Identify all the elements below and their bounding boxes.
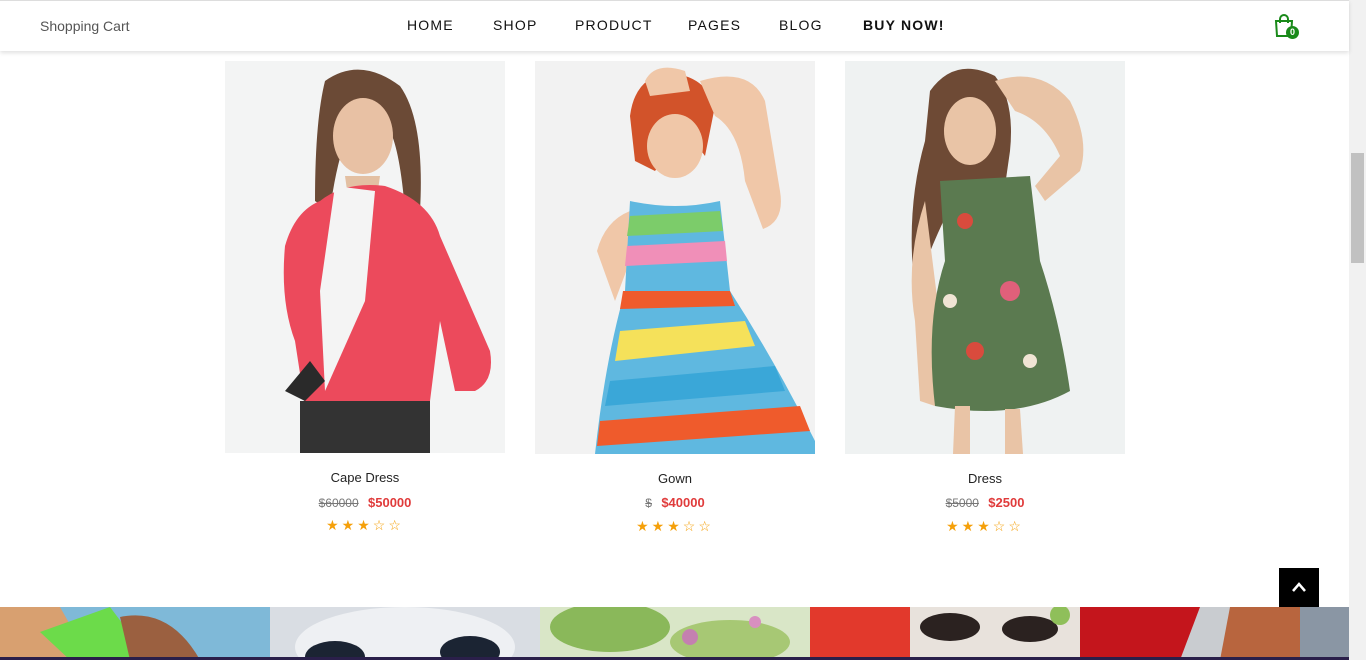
rating-stars: ★★★☆☆ [225, 517, 505, 534]
back-to-top-button[interactable] [1279, 568, 1319, 608]
star-empty-icon: ☆ [388, 517, 404, 533]
star-filled-icon: ★ [961, 518, 978, 534]
star-filled-icon: ★ [326, 517, 342, 533]
star-empty-icon: ☆ [992, 518, 1009, 534]
gallery-image[interactable] [0, 607, 270, 660]
price-row: $60000 $50000 [225, 495, 505, 510]
old-price: $5000 [945, 496, 979, 510]
star-filled-icon: ★ [651, 518, 668, 534]
gallery-image[interactable] [810, 607, 1080, 660]
product-image-gown[interactable] [535, 61, 815, 454]
gallery-image[interactable] [540, 607, 810, 660]
star-filled-icon: ★ [636, 518, 652, 534]
old-price: $ [645, 496, 652, 510]
product-name[interactable]: Dress [845, 471, 1125, 486]
rating-stars: ★★★☆☆ [845, 518, 1125, 535]
price-row: $ $40000 [535, 495, 815, 510]
nav-buy-now[interactable]: BUY NOW! [863, 17, 945, 33]
star-filled-icon: ★ [341, 517, 358, 533]
product-image-cape-dress[interactable] [225, 61, 505, 453]
product-image-dress[interactable] [845, 61, 1125, 454]
nav-blog[interactable]: BLOG [779, 17, 823, 33]
nav-pages[interactable]: PAGES [688, 17, 741, 33]
star-empty-icon: ☆ [1008, 518, 1024, 534]
product-name[interactable]: Cape Dress [225, 470, 505, 485]
nav-home[interactable]: HOME [407, 17, 454, 33]
nav-product[interactable]: PRODUCT [575, 17, 653, 33]
chevron-up-icon [1292, 582, 1306, 592]
main-nav: HOME SHOP PRODUCT PAGES BLOG BUY NOW! [0, 17, 1349, 37]
star-filled-icon: ★ [667, 518, 683, 534]
star-filled-icon: ★ [977, 518, 993, 534]
page-scrollbar[interactable] [1349, 0, 1366, 660]
new-price: $40000 [661, 495, 705, 510]
star-filled-icon: ★ [357, 517, 373, 533]
gallery-image[interactable] [270, 607, 540, 660]
nav-shop[interactable]: SHOP [493, 17, 537, 33]
gallery-image[interactable] [1080, 607, 1350, 660]
old-price: $60000 [318, 496, 359, 510]
price-row: $5000 $2500 [845, 495, 1125, 510]
scrollbar-thumb[interactable] [1351, 153, 1364, 263]
new-price: $50000 [368, 495, 412, 510]
product-name[interactable]: Gown [535, 471, 815, 486]
new-price: $2500 [988, 495, 1025, 510]
instagram-gallery [0, 607, 1350, 660]
star-empty-icon: ☆ [698, 518, 714, 534]
cart-button[interactable]: 0 [1273, 14, 1299, 40]
cart-count-badge: 0 [1286, 26, 1299, 39]
star-filled-icon: ★ [946, 518, 962, 534]
star-empty-icon: ☆ [682, 518, 699, 534]
rating-stars: ★★★☆☆ [535, 518, 815, 535]
site-header: Shopping Cart HOME SHOP PRODUCT PAGES BL… [0, 0, 1349, 51]
star-empty-icon: ☆ [372, 517, 389, 533]
